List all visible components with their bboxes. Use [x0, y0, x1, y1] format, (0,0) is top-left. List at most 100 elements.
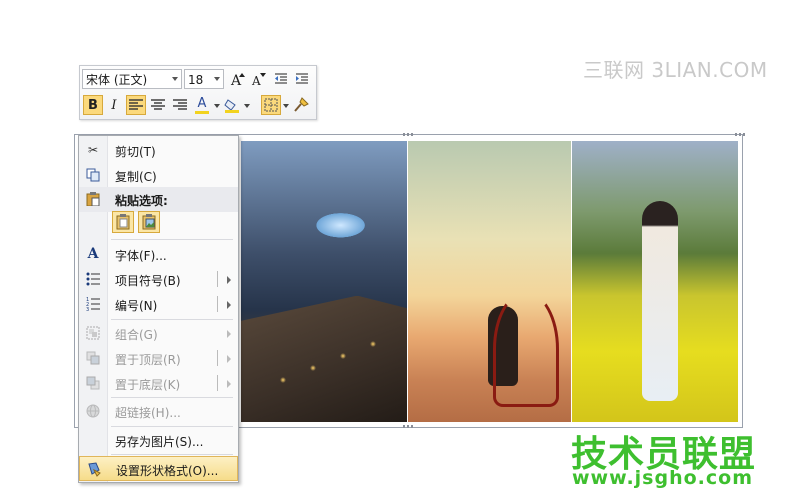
- align-left-button[interactable]: [126, 95, 146, 115]
- svg-text:3: 3: [86, 307, 89, 311]
- align-right-button[interactable]: [170, 95, 190, 115]
- menu-item-numbering-label: 编号(N): [115, 299, 158, 313]
- bring-to-front-icon: [85, 350, 101, 366]
- menu-separator: [111, 454, 233, 455]
- menu-item-font[interactable]: A 字体(F)...: [79, 242, 238, 267]
- svg-text:A: A: [230, 73, 242, 87]
- align-center-button[interactable]: [148, 95, 168, 115]
- font-color-glyph: A: [197, 95, 207, 111]
- chevron-down-icon[interactable]: [283, 104, 289, 108]
- menu-item-copy-label: 复制(C): [115, 170, 157, 184]
- menu-item-hyperlink[interactable]: 超链接(H)...: [79, 399, 238, 424]
- submenu-arrow-icon[interactable]: [227, 301, 231, 309]
- chevron-down-icon[interactable]: [244, 104, 250, 108]
- watermark-top: 三联网 3LIAN.COM: [583, 58, 768, 82]
- photo-lights: [271, 332, 391, 392]
- menu-item-group-label: 组合(G): [115, 328, 158, 342]
- border-icon: [264, 98, 278, 112]
- menu-item-bring-to-front-label: 置于顶层(R): [115, 353, 181, 367]
- bullets-icon: [85, 271, 101, 287]
- format-painter-button[interactable]: [291, 95, 311, 115]
- menu-item-cut[interactable]: ✂ 剪切(T): [79, 138, 238, 163]
- paste-keep-text-button[interactable]: [112, 211, 134, 233]
- menu-item-hyperlink-label: 超链接(H)...: [115, 406, 181, 420]
- clipboard-icon: [85, 191, 101, 207]
- font-color-button[interactable]: A: [192, 95, 212, 115]
- menu-item-save-as-picture[interactable]: 另存为图片(S)...: [79, 428, 238, 453]
- menu-separator: [111, 319, 233, 320]
- menu-item-format-shape[interactable]: 设置形状格式(O)...: [79, 456, 238, 481]
- photo-girl: [642, 201, 678, 401]
- menu-split-divider: [217, 296, 218, 312]
- font-name-value: 宋体 (正文): [86, 73, 148, 87]
- menu-item-font-label: 字体(F)...: [115, 249, 167, 263]
- menu-item-format-shape-label: 设置形状格式(O)...: [116, 464, 219, 478]
- font-size-combo[interactable]: 18: [184, 69, 224, 89]
- menu-header-paste-options: 粘贴选项:: [79, 187, 238, 212]
- grow-font-icon: A: [230, 73, 245, 87]
- photo-bicycle: [493, 291, 559, 407]
- menu-item-bullets[interactable]: 项目符号(B): [79, 267, 238, 292]
- menu-split-divider: [217, 375, 218, 391]
- italic-button[interactable]: I: [104, 95, 124, 115]
- increase-indent-button[interactable]: [292, 69, 312, 89]
- menu-item-save-as-picture-label: 另存为图片(S)...: [115, 435, 204, 449]
- watermark-url: www.jsgho.com: [572, 467, 753, 489]
- chevron-down-icon[interactable]: [214, 77, 220, 81]
- menu-separator: [111, 426, 233, 427]
- menu-item-numbering[interactable]: 123 编号(N): [79, 292, 238, 317]
- send-to-back-icon: [85, 375, 101, 391]
- paste-picture-icon: [142, 214, 156, 230]
- copy-icon: [85, 167, 101, 183]
- chevron-down-icon[interactable]: [172, 77, 178, 81]
- menu-item-bring-to-front[interactable]: 置于顶层(R): [79, 346, 238, 371]
- format-shape-icon: [86, 461, 102, 477]
- menu-split-divider: [217, 350, 218, 366]
- format-painter-icon: [294, 97, 309, 112]
- globe-link-icon: [85, 403, 101, 419]
- submenu-arrow-icon[interactable]: [227, 355, 231, 363]
- menu-separator: [111, 239, 233, 240]
- submenu-arrow-icon[interactable]: [227, 380, 231, 388]
- menu-separator: [111, 397, 233, 398]
- align-center-icon: [151, 99, 165, 110]
- resize-handle-top[interactable]: [403, 133, 413, 136]
- group-icon: [85, 325, 101, 341]
- shrink-font-button[interactable]: A: [249, 69, 269, 89]
- photo-night-resort: [241, 141, 407, 422]
- grow-font-button[interactable]: A: [228, 69, 248, 89]
- resize-handle-bottom[interactable]: [403, 425, 413, 428]
- menu-item-send-to-back[interactable]: 置于底层(K): [79, 371, 238, 396]
- mini-toolbar: 宋体 (正文) 18 A A B I A: [79, 65, 317, 120]
- chevron-down-icon[interactable]: [214, 104, 220, 108]
- fill-color-button[interactable]: [222, 95, 242, 115]
- submenu-arrow-icon[interactable]: [227, 330, 231, 338]
- paint-bucket-icon: [224, 99, 239, 113]
- font-color-swatch: [195, 110, 209, 114]
- menu-split-divider: [217, 271, 218, 287]
- menu-item-send-to-back-label: 置于底层(K): [115, 378, 181, 392]
- context-menu: ✂ 剪切(T) 复制(C) 粘贴选项: A 字体(F)... 项目符号(B) 1…: [78, 135, 239, 483]
- align-right-icon: [173, 99, 187, 110]
- font-name-combo[interactable]: 宋体 (正文): [82, 69, 182, 89]
- menu-item-group[interactable]: 组合(G): [79, 321, 238, 346]
- numbering-icon: 123: [85, 296, 101, 312]
- paste-as-picture-button[interactable]: [138, 211, 160, 233]
- paste-icon: [116, 214, 130, 230]
- menu-header-paste-options-label: 粘贴选项:: [115, 194, 168, 208]
- photo-beach-bicycle: [408, 141, 571, 422]
- shrink-font-icon: A: [251, 73, 266, 87]
- menu-item-copy[interactable]: 复制(C): [79, 163, 238, 188]
- svg-text:A: A: [251, 74, 261, 87]
- scissors-icon: ✂: [87, 143, 99, 157]
- menu-item-cut-label: 剪切(T): [115, 145, 156, 159]
- submenu-arrow-icon[interactable]: [227, 276, 231, 284]
- align-left-icon: [129, 99, 143, 110]
- photo-flower-field: [572, 141, 738, 422]
- decrease-indent-icon: [275, 73, 287, 84]
- menu-item-bullets-label: 项目符号(B): [115, 274, 181, 288]
- bold-button[interactable]: B: [83, 95, 103, 115]
- decrease-indent-button[interactable]: [271, 69, 291, 89]
- resize-handle-top-right[interactable]: [735, 133, 745, 136]
- border-button[interactable]: [261, 95, 281, 115]
